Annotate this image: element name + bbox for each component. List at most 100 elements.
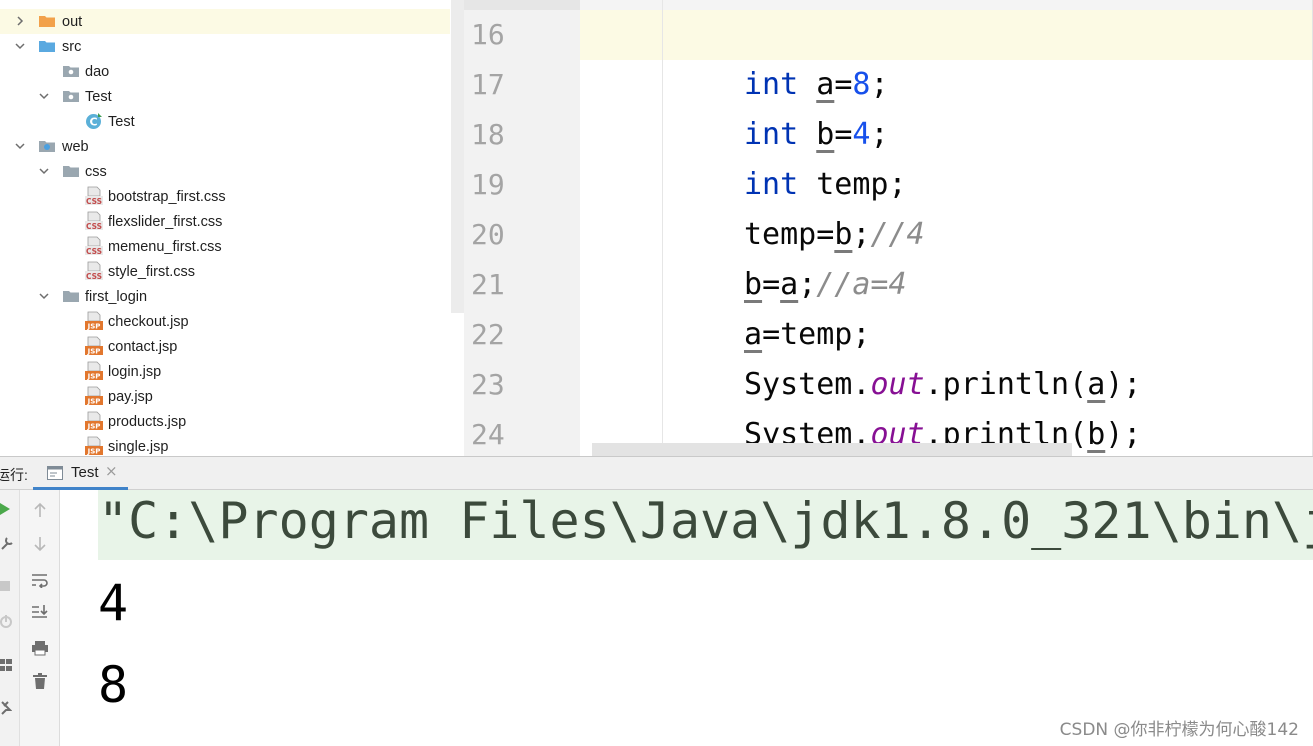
- web-folder-icon: [38, 137, 56, 155]
- tree-item-jsp-file[interactable]: JSP pay.jsp: [0, 384, 450, 409]
- tree-item-jsp-file[interactable]: JSP contact.jsp: [0, 334, 450, 359]
- svg-text:CSS: CSS: [86, 247, 102, 256]
- line-number: 22: [471, 318, 505, 351]
- code-line[interactable]: int b=4;: [744, 110, 889, 160]
- tree-item-label: Test: [108, 113, 135, 130]
- jsp-file-icon: JSP: [85, 336, 103, 356]
- tree-item-first-login[interactable]: first_login: [0, 284, 450, 309]
- package-icon: [62, 62, 80, 80]
- code-editor[interactable]: int a=8; int b=4; int temp; temp=b;//4 b…: [580, 0, 1313, 456]
- run-tab-label: Test: [71, 464, 99, 481]
- tree-item-label: login.jsp: [108, 363, 162, 380]
- chevron-down-icon[interactable]: [14, 40, 26, 52]
- jsp-file-icon: JSP: [85, 311, 103, 331]
- line-number: 23: [471, 368, 505, 401]
- run-toolbar-secondary: [20, 490, 60, 746]
- tree-item-jsp-file[interactable]: JSP checkout.jsp: [0, 309, 450, 334]
- css-file-icon: CSS: [85, 186, 103, 206]
- tree-item-css-file[interactable]: CSS memenu_first.css: [0, 234, 450, 259]
- tree-item-label: contact.jsp: [108, 338, 178, 355]
- chevron-right-icon[interactable]: [14, 15, 26, 27]
- tree-item-css-folder[interactable]: css: [0, 159, 450, 184]
- line-number: 20: [471, 218, 505, 251]
- tree-scrollbar[interactable]: [451, 0, 464, 313]
- code-line[interactable]: System.out.println(a);: [744, 360, 1141, 410]
- code-line[interactable]: a=temp;: [744, 310, 870, 360]
- chevron-down-icon[interactable]: [38, 165, 50, 177]
- tree-item-test-class[interactable]: C Test: [0, 109, 450, 134]
- tree-item-css-file[interactable]: CSS style_first.css: [0, 259, 450, 284]
- svg-text:CSS: CSS: [86, 197, 102, 206]
- tree-item-label: style_first.css: [108, 263, 196, 280]
- folder-icon: [62, 162, 80, 180]
- project-tree: out src dao Test C Test web css CSS boot…: [0, 0, 464, 456]
- package-icon: [62, 87, 80, 105]
- css-file-icon: CSS: [85, 236, 103, 256]
- arrow-up-icon[interactable]: [33, 502, 47, 518]
- console-output[interactable]: "C:\Program Files\Java\jdk1.8.0_321\bin\…: [60, 490, 1313, 746]
- folder-orange-icon: [38, 12, 56, 30]
- svg-text:JSP: JSP: [87, 323, 101, 331]
- svg-text:JSP: JSP: [87, 348, 101, 356]
- tree-item-jsp-file[interactable]: JSP products.jsp: [0, 409, 450, 434]
- rerun-icon[interactable]: [0, 502, 12, 516]
- tree-item-label: pay.jsp: [108, 388, 153, 405]
- tree-item-jsp-file[interactable]: JSP login.jsp: [0, 359, 450, 384]
- tree-item-label: first_login: [85, 288, 148, 305]
- indent-guide: [662, 0, 663, 456]
- output-line: 8: [98, 656, 129, 714]
- stop-icon[interactable]: [0, 580, 10, 592]
- tree-item-label: web: [62, 138, 89, 155]
- arrow-down-icon[interactable]: [33, 536, 47, 552]
- trash-icon[interactable]: [32, 672, 48, 690]
- editor-horizontal-scrollbar[interactable]: [592, 443, 1072, 456]
- tree-item-jsp-file[interactable]: JSP single.jsp: [0, 434, 450, 456]
- tree-item-src[interactable]: src: [0, 34, 450, 59]
- svg-text:CSS: CSS: [86, 222, 102, 231]
- code-line[interactable]: int temp;: [744, 160, 907, 210]
- output-line: 4: [98, 574, 129, 632]
- tree-item-out[interactable]: out: [0, 9, 450, 34]
- tree-item-dao[interactable]: dao: [0, 59, 450, 84]
- print-icon[interactable]: [31, 640, 49, 656]
- tree-item-label: flexslider_first.css: [108, 213, 223, 230]
- soft-wrap-icon[interactable]: [31, 572, 49, 588]
- tree-item-css-file[interactable]: CSS flexslider_first.css: [0, 209, 450, 234]
- run-toolbar-primary: [0, 490, 20, 746]
- tree-item-css-file[interactable]: CSS bootstrap_first.css: [0, 184, 450, 209]
- run-panel-header: 运行: Test ×: [0, 456, 1313, 490]
- code-line[interactable]: temp=b;//4: [744, 210, 925, 260]
- close-icon[interactable]: ×: [105, 462, 118, 480]
- tree-item-label: css: [85, 163, 107, 180]
- line-number: 18: [471, 118, 505, 151]
- line-number-gutter: 16 17 18 19 20 21 22 23 24: [464, 0, 580, 456]
- jsp-file-icon: JSP: [85, 361, 103, 381]
- layout-icon[interactable]: [0, 658, 12, 672]
- tree-item-test-package[interactable]: Test: [0, 84, 450, 109]
- source-folder-icon: [38, 37, 56, 55]
- java-class-icon: C: [85, 112, 103, 130]
- jsp-file-icon: JSP: [85, 411, 103, 431]
- scroll-to-end-icon[interactable]: [31, 604, 49, 620]
- jsp-file-icon: JSP: [85, 436, 103, 456]
- tree-item-web[interactable]: web: [0, 134, 450, 159]
- run-tab[interactable]: Test ×: [33, 457, 128, 490]
- tree-item-label: products.jsp: [108, 413, 187, 430]
- svg-text:JSP: JSP: [87, 423, 101, 431]
- tree-item-label: dao: [85, 63, 110, 80]
- code-line[interactable]: b=a;//a=4: [744, 260, 907, 310]
- pin-icon[interactable]: [0, 700, 12, 716]
- line-number: 21: [471, 268, 505, 301]
- tree-item-label: bootstrap_first.css: [108, 188, 226, 205]
- css-file-icon: CSS: [85, 211, 103, 231]
- wrench-icon[interactable]: [0, 536, 14, 550]
- chevron-down-icon[interactable]: [38, 90, 50, 102]
- svg-text:CSS: CSS: [86, 272, 102, 281]
- line-number: 19: [471, 168, 505, 201]
- chevron-down-icon[interactable]: [14, 140, 26, 152]
- run-panel-label: 运行:: [0, 467, 28, 483]
- exit-icon[interactable]: [0, 614, 14, 630]
- chevron-down-icon[interactable]: [38, 290, 50, 302]
- tree-item-label: checkout.jsp: [108, 313, 189, 330]
- code-line[interactable]: int a=8;: [744, 60, 889, 110]
